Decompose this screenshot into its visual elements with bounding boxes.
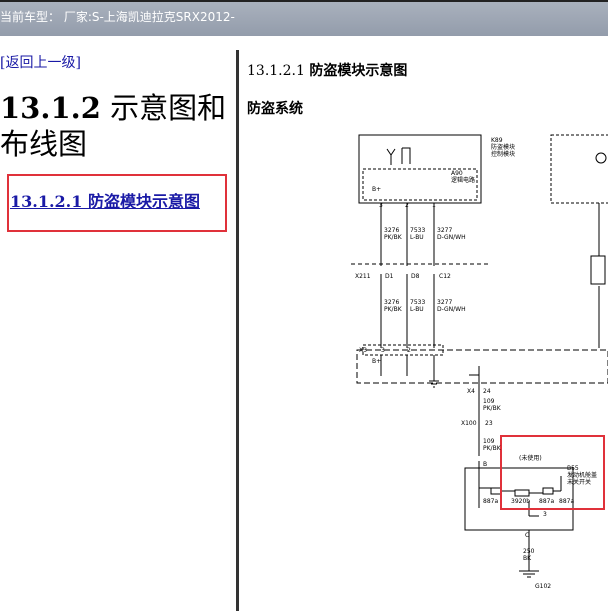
resistor-2 [514, 489, 530, 497]
sub-code: A90 [451, 170, 463, 177]
ground-g102: G102 [535, 583, 551, 590]
vehicle-title: 当前车型： 厂家:S-上海凯迪拉克SRX2012- [0, 10, 235, 24]
pin-b-lower: B [483, 461, 487, 468]
pin-23: 23 [485, 420, 493, 427]
res-label-4: 887a [559, 498, 574, 505]
module-name-1: 防盗模块 [491, 143, 515, 151]
nav-pane: [返回上一级] 13.1.2 示意图和布线图 13.1.2.1 防盗模块示意图 [0, 36, 236, 611]
wire-3-color: D-GN/WH [437, 234, 466, 241]
wire-4-color: PK/BK [483, 405, 502, 412]
indicator-icon [595, 152, 607, 164]
pin-mid-1: 3 [381, 347, 385, 354]
wire-1b-num: 3276 [384, 299, 399, 306]
sublink-antitheft-diagram[interactable]: 13.1.2.1 防盗模块示意图 [10, 188, 200, 212]
res-label-2: 3920b [511, 498, 530, 505]
wire-2b-num: 7533 [410, 299, 425, 306]
conn-c12: C12 [439, 273, 451, 280]
antenna-icon-2 [401, 147, 411, 164]
wire-2-color: L-BU [410, 234, 424, 241]
conn-d8: D8 [411, 273, 420, 280]
conn-d1: D1 [385, 273, 394, 280]
wire-5-color: PK/BK [483, 445, 502, 452]
antenna-icon [386, 148, 396, 165]
content-pane: 13.1.2.1 防盗模块示意图 防盗系统 K89 防盗模块 控制模块 A90 … [239, 36, 608, 611]
wire-3-num: 3277 [437, 227, 452, 234]
resistor-3 [542, 487, 554, 495]
pin-top-2: 2 [405, 202, 409, 209]
pin-b-plus-lower: B+ [372, 358, 381, 365]
wire-5-num: 109 [483, 438, 495, 445]
conn-x3: X3 [359, 347, 367, 354]
module-name-2: 控制模块 [491, 150, 515, 158]
pin-mid-2: 2 [407, 347, 411, 354]
wire-1-color: PK/BK [384, 234, 403, 241]
pin-24: 24 [483, 388, 491, 395]
pin-b-plus: B+ [372, 186, 381, 193]
pin-c: C [525, 532, 529, 539]
res-label-3: 887a [539, 498, 554, 505]
sub-name: 逻辑电路 [451, 176, 475, 184]
lower-module-box [356, 349, 608, 384]
wire-6-num: 250 [523, 548, 535, 555]
conn-x4: X4 [467, 388, 475, 395]
resistor-1 [490, 487, 502, 495]
pin-3: 3 [543, 511, 547, 518]
module-code: K89 [491, 137, 503, 144]
wire-3b-num: 3277 [437, 299, 452, 306]
wiring-diagram: K89 防盗模块 控制模块 A90 逻辑电路 B+ 3 2 1 3276 PK/… [351, 134, 608, 590]
section-title: 13.1.2 示意图和布线图 [0, 90, 236, 162]
wire-3b-color: D-GN/WH [437, 306, 466, 313]
wire-2b-color: L-BU [410, 306, 424, 313]
conn-x100: X100 [461, 420, 477, 427]
wire-4-num: 109 [483, 398, 495, 405]
section-number: 13.1.2 [0, 91, 101, 125]
adjacent-module-box [550, 134, 608, 204]
res-label-1: 887a [483, 498, 498, 505]
vehicle-title-bar: 当前车型： 厂家:S-上海凯迪拉克SRX2012- [0, 2, 608, 36]
wire-6-color: BK [523, 555, 532, 562]
pin-top-3: 1 [432, 202, 436, 209]
back-link[interactable]: [返回上一级] [0, 52, 81, 72]
switch-name-1: 发动机舱盖 [567, 471, 597, 479]
switch-code: B55 [567, 465, 579, 472]
wire-2-num: 7533 [410, 227, 425, 234]
switch-name-2: 未关开关 [567, 478, 591, 486]
pin-top-1: 3 [379, 202, 383, 209]
relay-box [590, 255, 606, 285]
wire-1-num: 3276 [384, 227, 399, 234]
wire-1b-color: PK/BK [384, 306, 403, 313]
unused-note: (未使用) [519, 454, 542, 462]
conn-x211: X211 [355, 273, 371, 280]
